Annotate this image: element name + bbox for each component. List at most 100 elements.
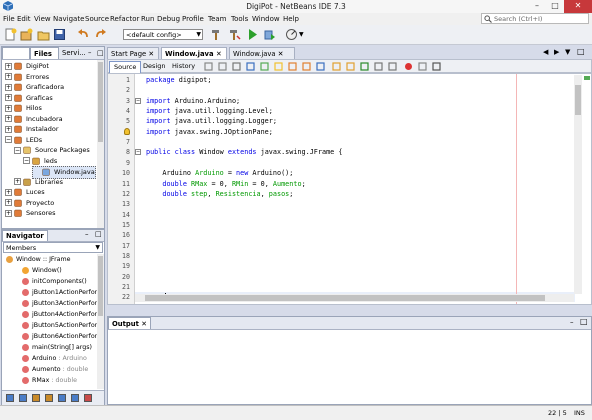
tree-item[interactable]: + Sensores (5, 208, 56, 219)
navigator-filter-icon[interactable] (84, 394, 92, 402)
navigator-filter-icon[interactable] (58, 394, 66, 402)
menu-team[interactable]: Team (208, 15, 227, 23)
navigator-member[interactable]: jButton1ActionPerfor (22, 288, 97, 299)
expand-icon[interactable]: + (5, 209, 12, 217)
tree-item[interactable]: − LEDs (5, 135, 42, 146)
fold-toggle-icon[interactable]: − (135, 149, 141, 156)
minimize-panel-button[interactable]: – (85, 230, 89, 238)
editor-action-icon[interactable] (388, 62, 397, 71)
maximize-button[interactable]: □ (546, 0, 564, 13)
menu-run[interactable]: Run (141, 15, 154, 23)
editor-action-icon[interactable] (204, 62, 213, 71)
editor-scroll-thumb[interactable] (575, 85, 581, 115)
navigator-filter-icon[interactable] (71, 394, 79, 402)
editor-hscroll-thumb[interactable] (145, 295, 545, 301)
tree-item[interactable]: + Hilos (5, 103, 42, 114)
menu-view[interactable]: View (34, 15, 51, 23)
editor-action-icon[interactable] (232, 62, 241, 71)
editor-action-icon[interactable] (346, 62, 355, 71)
expand-icon[interactable]: + (14, 178, 21, 185)
navigator-member[interactable]: main(String[] args) (22, 343, 92, 354)
menu-file[interactable]: File (3, 15, 15, 23)
editor-action-icon[interactable] (218, 62, 227, 71)
run-icon[interactable] (246, 28, 259, 41)
navigator-filter-icon[interactable] (45, 394, 53, 402)
tab-list-icon[interactable]: ▼ (565, 48, 570, 56)
editor-action-icon[interactable] (432, 62, 441, 71)
tree-item[interactable]: + Incubadora (5, 114, 63, 125)
maximize-panel-button[interactable]: □ (94, 47, 106, 59)
editor-action-icon[interactable] (246, 62, 255, 71)
close-button[interactable]: ✕ (564, 0, 592, 13)
navigator-filter-icon[interactable] (6, 394, 14, 402)
redo-icon[interactable] (94, 28, 107, 41)
editor-action-icon[interactable] (374, 62, 383, 71)
menu-navigate[interactable]: Navigate (53, 15, 84, 23)
expand-icon[interactable]: + (5, 83, 12, 91)
warning-bulb-icon[interactable] (124, 127, 130, 135)
navigator-member[interactable]: jButton5ActionPerfor (22, 321, 97, 332)
code-editor[interactable]: 12345678910111213141516171819202122 pack… (107, 73, 592, 305)
debug-icon[interactable] (263, 28, 276, 41)
navigator-member[interactable]: Arduino : Arduino (22, 354, 87, 365)
navigator-member[interactable]: jButton4ActionPerfor (22, 310, 97, 321)
minimize-button[interactable]: – (528, 0, 546, 13)
tree-item[interactable]: + Graficas (5, 93, 53, 104)
scroll-tabs-left-icon[interactable]: ◀ (543, 48, 548, 56)
editor-action-icon[interactable] (316, 62, 325, 71)
projects-scrollbar[interactable] (97, 60, 104, 228)
close-output-icon[interactable]: ✕ (141, 320, 147, 328)
navigator-member[interactable]: jButton6ActionPerfor (22, 332, 97, 343)
editor-action-icon[interactable] (288, 62, 297, 71)
clean-build-icon[interactable] (228, 28, 241, 41)
tab-window-java[interactable]: Window.java ✕ (161, 47, 227, 59)
tree-item[interactable]: + Errores (5, 72, 49, 83)
maximize-panel-button[interactable]: □ (580, 317, 588, 326)
menu-tools[interactable]: Tools (231, 15, 248, 23)
expand-icon[interactable]: + (5, 104, 12, 112)
navigator-member[interactable]: jButton3ActionPerfor (22, 299, 97, 310)
tab-history[interactable]: History (168, 61, 199, 72)
tree-item[interactable]: − Source Packages (14, 145, 90, 156)
collapse-icon[interactable]: − (23, 157, 30, 164)
navigator-scroll-thumb[interactable] (98, 256, 103, 316)
scroll-tabs-right-icon[interactable]: ▶ (554, 48, 559, 56)
tab-output[interactable]: Output ✕ (108, 317, 151, 329)
tab-start-page[interactable]: Start Page ✕ (107, 47, 159, 59)
build-hammer-icon[interactable] (210, 28, 223, 41)
tree-item[interactable]: + Proyecto (5, 198, 54, 209)
menu-window[interactable]: Window (252, 15, 280, 23)
search-input[interactable]: Search (Ctrl+I) (481, 13, 589, 24)
tree-item[interactable]: + Instalador (5, 124, 59, 135)
editor-horizontal-scrollbar[interactable] (135, 294, 574, 302)
tree-item[interactable]: + Graficadora (5, 82, 64, 93)
menu-profile[interactable]: Profile (182, 15, 204, 23)
editor-action-icon[interactable] (274, 62, 283, 71)
menu-edit[interactable]: Edit (17, 15, 31, 23)
expand-icon[interactable]: + (5, 115, 12, 122)
editor-action-icon[interactable] (260, 62, 269, 71)
members-filter-select[interactable]: Members ▼ (3, 242, 103, 253)
minimize-panel-button[interactable]: – (570, 318, 574, 326)
editor-vertical-scrollbar[interactable] (574, 75, 582, 294)
new-file-icon[interactable] (4, 28, 17, 41)
menu-source[interactable]: Source (85, 15, 109, 23)
save-all-icon[interactable] (53, 28, 66, 41)
navigator-member[interactable]: Window() (22, 266, 62, 277)
navigator-title[interactable]: Navigator (2, 230, 48, 241)
navigator-member[interactable]: Window :: JFrame (6, 255, 71, 266)
expand-icon[interactable]: + (5, 199, 12, 206)
tree-item[interactable]: + DigiPot (5, 61, 49, 72)
config-select[interactable]: <default config> ▼ (123, 29, 203, 40)
navigator-filter-icon[interactable] (19, 394, 27, 402)
navigator-scrollbar[interactable] (97, 254, 104, 389)
navigator-member[interactable]: initComponents() (22, 277, 87, 288)
expand-icon[interactable]: + (5, 125, 12, 133)
expand-icon[interactable]: + (5, 94, 12, 101)
fold-toggle-icon[interactable]: − (135, 97, 141, 104)
editor-action-icon[interactable] (332, 62, 341, 71)
close-tab-icon[interactable]: ✕ (216, 50, 222, 58)
editor-action-icon[interactable] (302, 62, 311, 71)
tree-item[interactable]: − leds (23, 156, 57, 167)
collapse-icon[interactable]: − (14, 146, 21, 154)
